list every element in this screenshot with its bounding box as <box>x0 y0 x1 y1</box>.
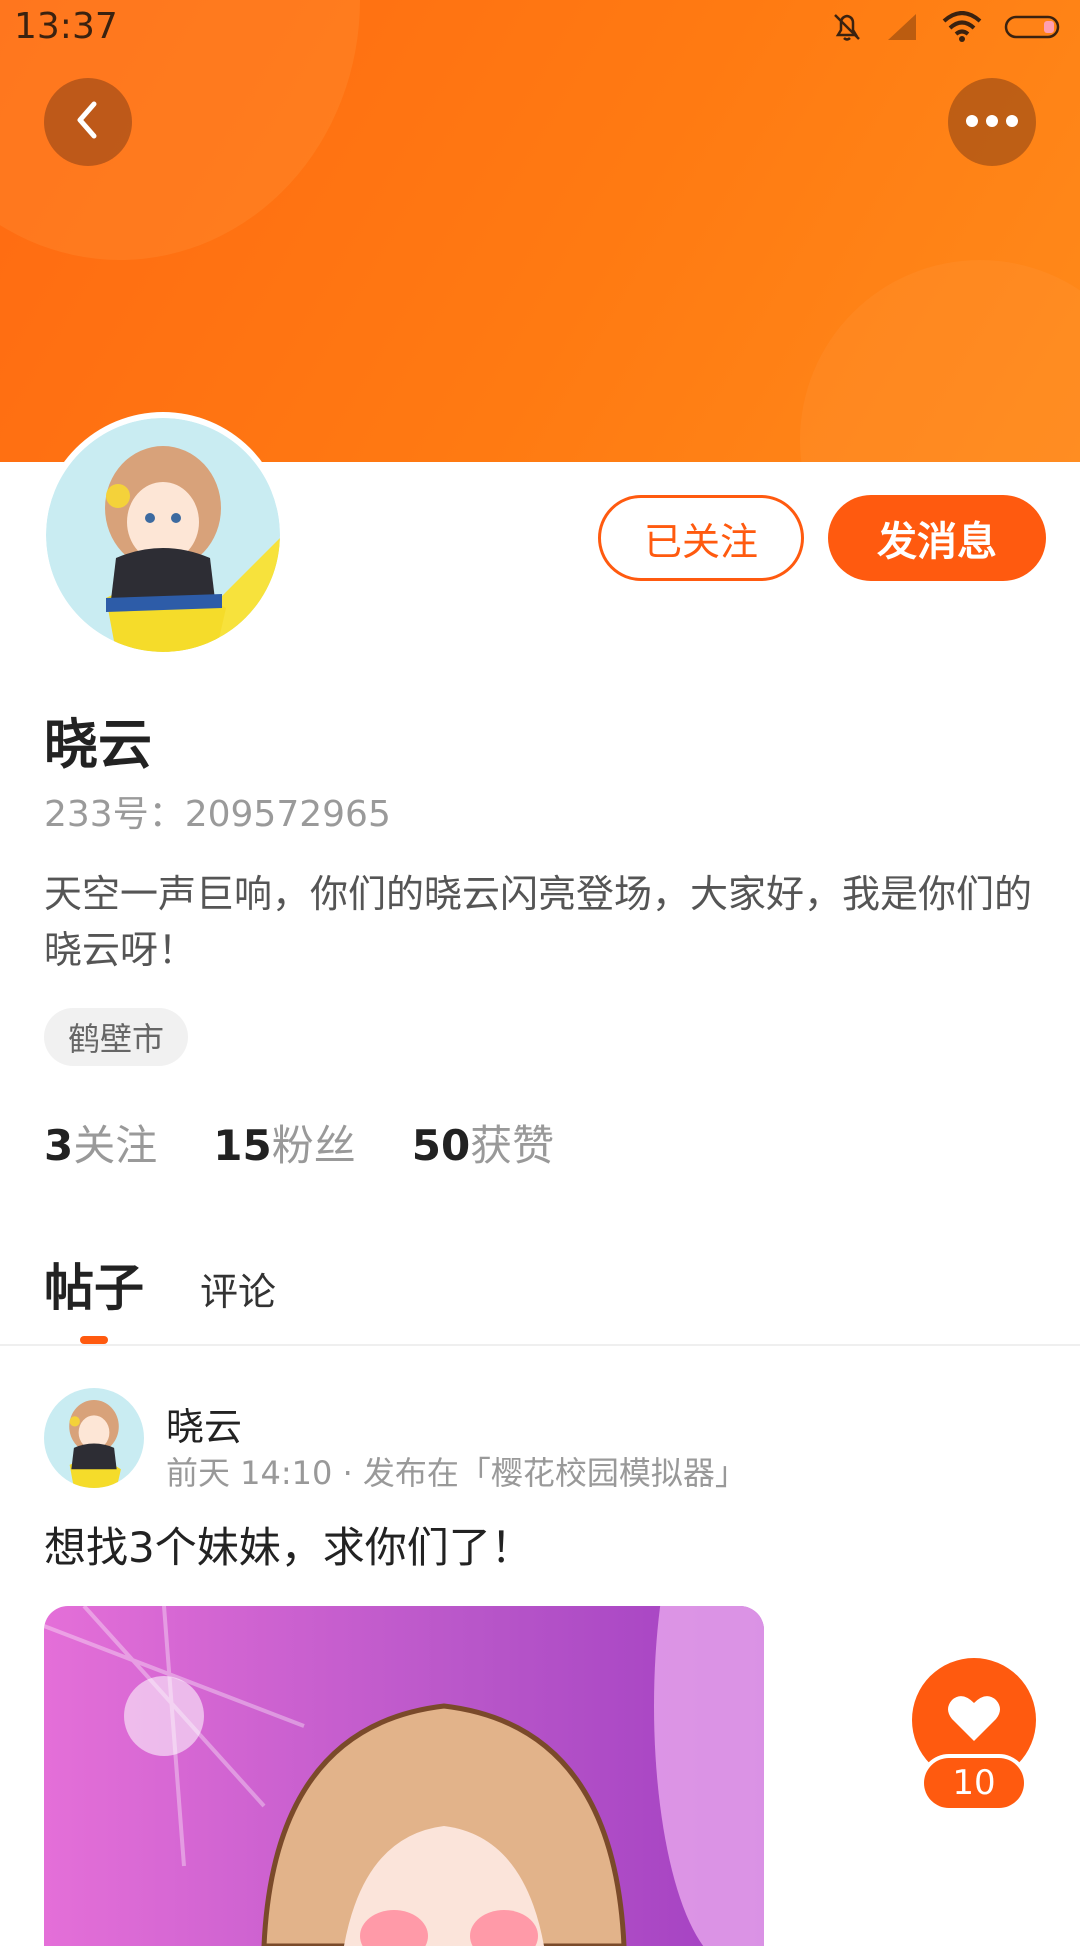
tab-comments[interactable]: 评论 <box>200 1261 276 1320</box>
stat-followers[interactable]: 15粉丝 <box>213 1112 355 1173</box>
like-count: 10 <box>924 1758 1024 1808</box>
stat-following[interactable]: 3关注 <box>44 1112 157 1173</box>
post-meta: 前天 14:10 · 发布在「樱花校园模拟器」 <box>166 1454 747 1492</box>
profile-name: 晓云 <box>44 713 152 776</box>
stat-label: 获赞 <box>470 1121 555 1170</box>
wifi-icon <box>942 11 982 43</box>
profile-banner <box>0 0 1080 462</box>
more-button[interactable] <box>948 78 1036 166</box>
tab-posts[interactable]: 帖子 <box>44 1248 144 1320</box>
stat-number: 50 <box>411 1121 471 1170</box>
content-tabs: 帖子 评论 <box>44 1248 276 1320</box>
stat-number: 15 <box>213 1121 272 1170</box>
profile-id: 233号：209572965 <box>44 794 391 835</box>
post-title[interactable]: 想找3个妹妹，求你们了！ <box>44 1514 533 1575</box>
mute-bell-icon <box>830 10 864 44</box>
post-image[interactable] <box>44 1606 764 1946</box>
stat-label: 关注 <box>73 1121 158 1170</box>
back-button[interactable] <box>44 78 132 166</box>
post-author-avatar[interactable] <box>44 1388 144 1488</box>
status-time: 13:37 <box>14 6 118 47</box>
post-author-name[interactable]: 晓云 <box>166 1396 242 1451</box>
stat-label: 粉丝 <box>271 1121 356 1170</box>
banner-decoration <box>800 260 1080 462</box>
no-signal-icon <box>886 12 920 42</box>
divider <box>0 1344 1080 1346</box>
send-message-button[interactable]: 发消息 <box>828 495 1046 581</box>
profile-stats: 3关注 15粉丝 50获赞 <box>44 1112 554 1173</box>
profile-avatar[interactable] <box>46 418 280 652</box>
stat-likes[interactable]: 50获赞 <box>412 1112 554 1173</box>
status-bar: 13:37 <box>0 0 1080 56</box>
location-tag[interactable]: 鹤壁市 <box>44 1008 189 1066</box>
stat-number: 3 <box>44 1121 74 1170</box>
chevron-left-icon <box>68 98 108 146</box>
followed-button[interactable]: 已关注 <box>598 495 804 581</box>
profile-bio: 天空一声巨响，你们的晓云闪亮登场，大家好，我是你们的晓云呀！ <box>44 872 1033 972</box>
more-dots-icon <box>964 113 1020 132</box>
tab-indicator <box>80 1336 108 1344</box>
heart-icon <box>946 1693 1002 1747</box>
battery-icon <box>1004 14 1062 40</box>
